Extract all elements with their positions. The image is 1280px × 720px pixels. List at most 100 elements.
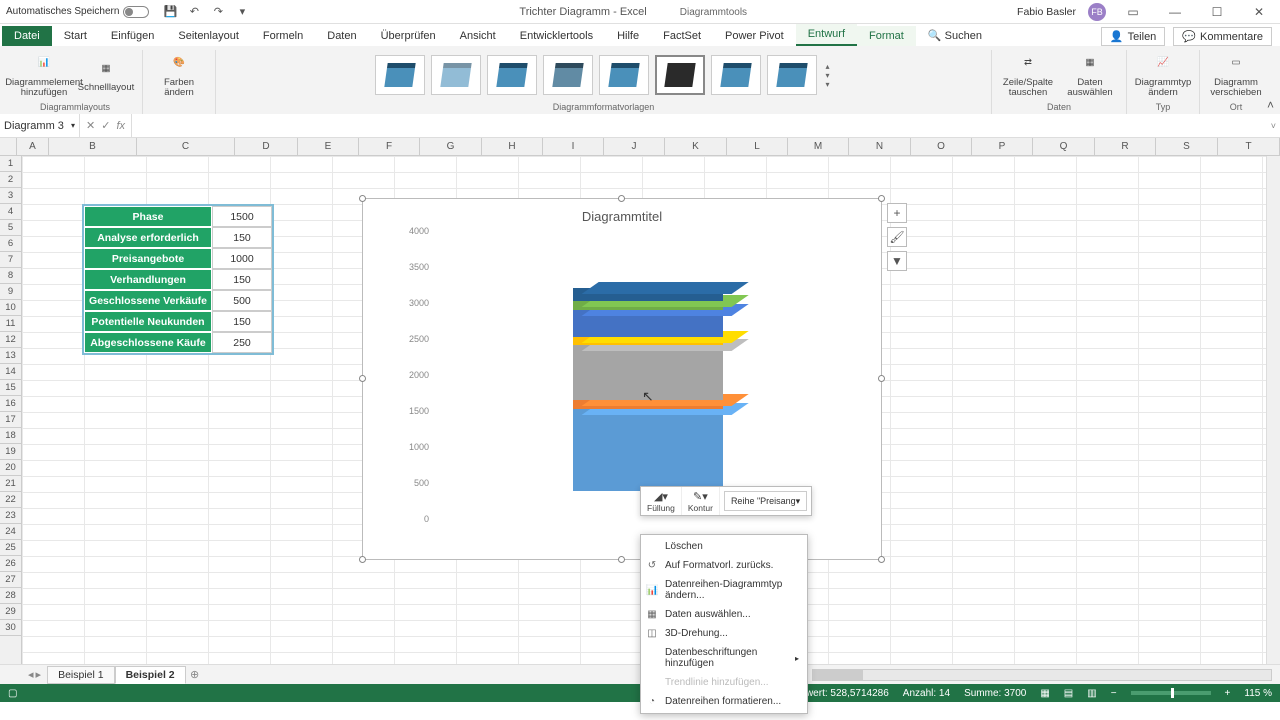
chart-elements-button[interactable]: + [887,203,907,223]
view-normal-icon[interactable]: ▦ [1040,688,1049,699]
tab-view[interactable]: Ansicht [448,26,508,46]
series-selector[interactable]: Reihe "Preisang ▾ [724,491,807,511]
formula-bar[interactable] [131,114,1267,137]
tab-insert[interactable]: Einfügen [99,26,166,46]
tab-data[interactable]: Daten [315,26,368,46]
chart-style-7[interactable] [711,55,761,95]
collapse-ribbon-icon[interactable]: ˄ [1267,98,1274,112]
tab-review[interactable]: Überprüfen [369,26,448,46]
resize-handle[interactable] [359,556,366,563]
y-axis[interactable]: 05001000150020002500300035004000 [403,241,433,529]
row-headers[interactable]: 1234567891011121314151617181920212223242… [0,156,22,664]
add-chart-element-button[interactable]: 📊Diagrammelement hinzufügen [16,50,72,100]
add-sheet-button[interactable]: ⊕ [186,668,204,681]
change-chart-type-button[interactable]: 📈Diagrammtyp ändern [1135,50,1191,100]
ribbon-display-icon[interactable]: ▭ [1118,5,1148,19]
chart-style-6[interactable] [655,55,705,95]
tab-help[interactable]: Hilfe [605,26,651,46]
minimize-icon[interactable]: — [1160,5,1190,19]
resize-handle[interactable] [878,556,885,563]
chart-style-4[interactable] [543,55,593,95]
zoom-level[interactable]: 115 % [1244,688,1272,699]
qat-customize-icon[interactable]: ▾ [235,5,249,19]
tab-scroll-right-icon[interactable]: ▸ [36,668,42,681]
select-data-button[interactable]: ▦Daten auswählen [1062,50,1118,100]
chart-style-5[interactable] [599,55,649,95]
zoom-slider[interactable] [1131,691,1211,695]
comments-button[interactable]: 💬 Kommentare [1173,27,1272,46]
view-pagelayout-icon[interactable]: ▤ [1064,688,1073,699]
ctx--d-drehung-[interactable]: ◫3D-Drehung... [641,624,807,643]
fx-icon[interactable]: fx [116,120,125,132]
resize-handle[interactable] [618,556,625,563]
chart-title[interactable]: Diagrammtitel [363,199,881,234]
horizontal-scrollbar[interactable] [812,669,1272,681]
cell-grid[interactable]: Phase1500Analyse erforderlich150Preisang… [22,156,1280,664]
data-table[interactable]: Phase1500Analyse erforderlich150Preisang… [82,204,274,355]
tab-start[interactable]: Start [52,26,99,46]
cancel-formula-icon[interactable]: ✕ [86,119,95,132]
toggle-icon[interactable] [123,6,149,18]
expand-formula-bar-icon[interactable]: ˅ [1267,121,1280,131]
series-Phase[interactable] [573,409,723,492]
close-icon[interactable]: ✕ [1244,5,1274,19]
resize-handle[interactable] [359,195,366,202]
switch-row-col-button[interactable]: ⇄Zeile/Spalte tauschen [1000,50,1056,100]
file-tab[interactable]: Datei [2,26,52,46]
tell-me-search[interactable]: 🔍 Suchen [916,25,994,46]
series-Geschlossene Verkäufe[interactable] [573,310,723,338]
vertical-scrollbar[interactable] [1266,156,1280,664]
redo-icon[interactable]: ↷ [211,5,225,19]
zoom-in-icon[interactable]: + [1225,688,1231,699]
chart-styles-button[interactable]: 🖌 [887,227,907,247]
resize-handle[interactable] [878,195,885,202]
ctx-auf-formatvorl-zur-cks-[interactable]: ↺Auf Formatvorl. zurücks. [641,556,807,575]
tab-developer[interactable]: Entwicklertools [508,26,605,46]
ctx-l-schen[interactable]: Löschen [641,537,807,556]
ctx-datenreihen-formatieren-[interactable]: ◔Datenreihen formatieren... [641,692,807,711]
series-Potentielle Neukunden[interactable] [573,301,723,309]
tab-scroll-left-icon[interactable]: ◂ [28,668,34,681]
share-button[interactable]: 👤 Teilen [1101,27,1165,46]
series-Abgeschlossene Käufe[interactable] [573,288,723,302]
tab-design[interactable]: Entwurf [796,24,857,46]
maximize-icon[interactable]: ☐ [1202,5,1232,19]
stacked-column[interactable]: 1 [573,271,723,491]
resize-handle[interactable] [878,375,885,382]
series-Analyse erforderlich[interactable] [573,400,723,408]
change-colors-button[interactable]: 🎨Farben ändern [151,50,207,100]
chart-style-3[interactable] [487,55,537,95]
tab-powerpivot[interactable]: Power Pivot [713,26,796,46]
gallery-down-icon[interactable]: ▾ [825,71,829,80]
sheet-tab-2[interactable]: Beispiel 2 [115,666,186,684]
name-box[interactable]: Diagramm 3▾ [0,114,80,137]
tab-formulas[interactable]: Formeln [251,26,315,46]
column-headers[interactable]: ABCDEFGHIJKLMNOPQRST [17,138,1280,156]
macro-record-icon[interactable]: ▢ [8,688,17,699]
select-all-cell[interactable] [0,138,17,156]
series-Preisangebote[interactable] [573,345,723,400]
resize-handle[interactable] [618,195,625,202]
fill-button[interactable]: ◢▾Füllung [641,487,682,515]
autosave-toggle[interactable]: Automatisches Speichern [6,6,149,18]
chart-style-2[interactable] [431,55,481,95]
quick-layout-button[interactable]: ▦Schnelllayout [78,50,134,100]
save-icon[interactable]: 💾 [163,5,177,19]
enter-formula-icon[interactable]: ✓ [101,119,110,132]
undo-icon[interactable]: ↶ [187,5,201,19]
tab-factset[interactable]: FactSet [651,26,713,46]
ctx-daten-ausw-hlen-[interactable]: ▦Daten auswählen... [641,605,807,624]
sheet-tab-1[interactable]: Beispiel 1 [47,666,115,684]
move-chart-button[interactable]: ▭Diagramm verschieben [1208,50,1264,100]
series-Verhandlungen[interactable] [573,337,723,345]
chart-filters-button[interactable]: ▼ [887,251,907,271]
resize-handle[interactable] [359,375,366,382]
ctx-datenbeschriftungen-hinzuf-gen[interactable]: Datenbeschriftungen hinzufügen▸ [641,643,807,673]
user-avatar[interactable]: FB [1088,3,1106,21]
gallery-up-icon[interactable]: ▴ [825,62,829,71]
tab-format[interactable]: Format [857,26,916,46]
gallery-more-icon[interactable]: ▾ [825,80,829,89]
view-pagebreak-icon[interactable]: ▥ [1087,688,1096,699]
zoom-out-icon[interactable]: − [1111,688,1117,699]
tab-pagelayout[interactable]: Seitenlayout [166,26,251,46]
